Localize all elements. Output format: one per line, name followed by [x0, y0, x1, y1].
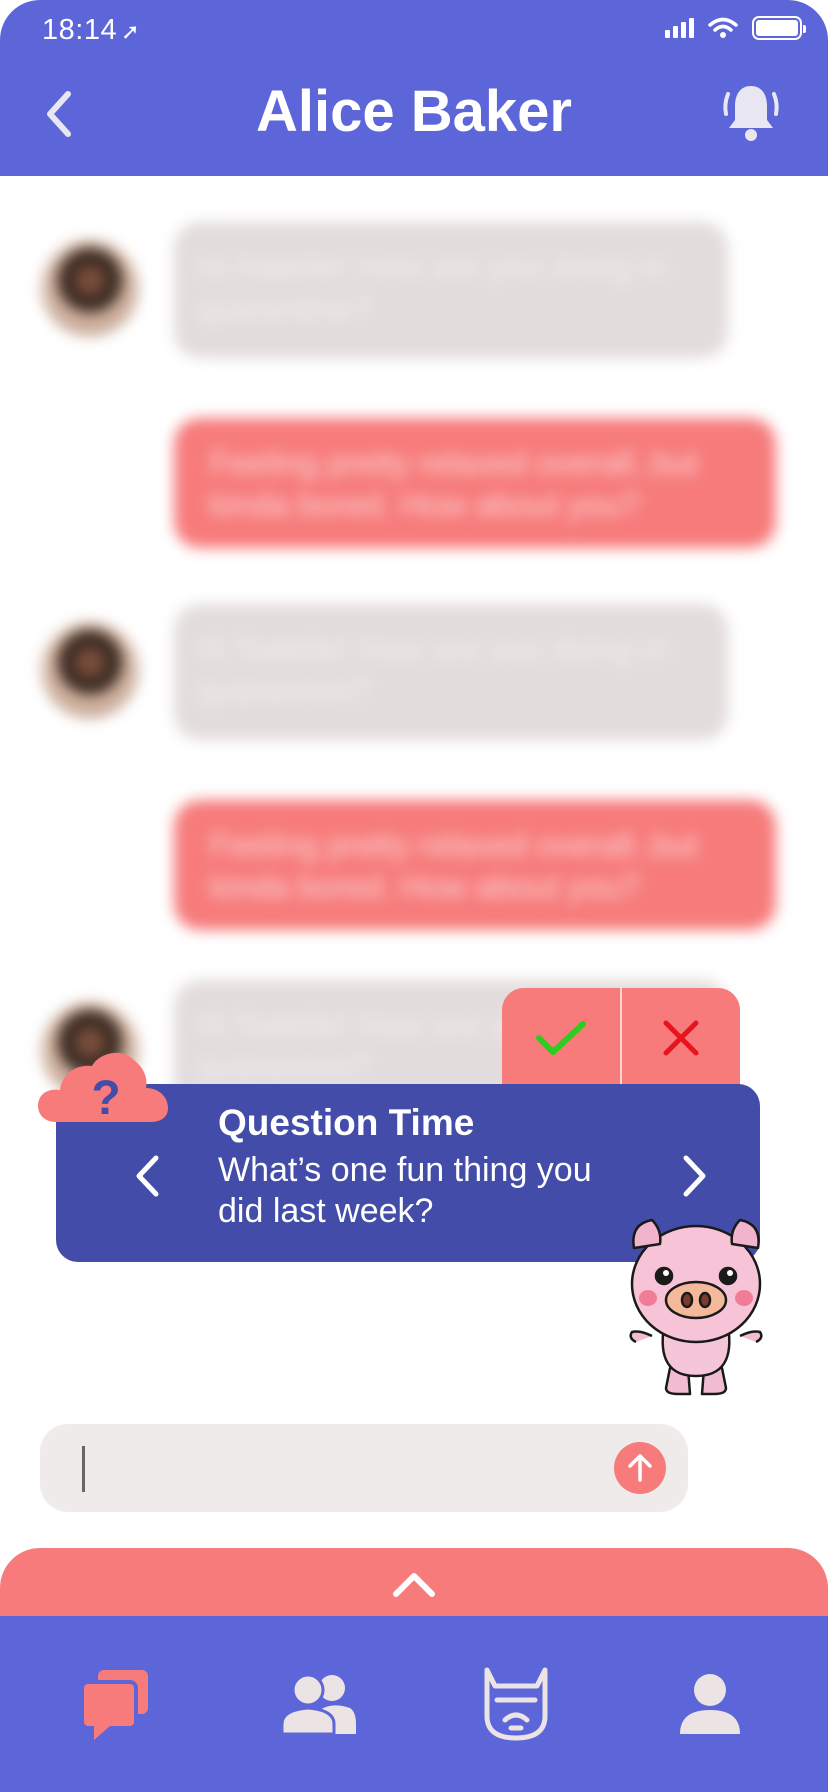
arrow-up-icon: [628, 1454, 652, 1482]
app-header: 18:14 ➚ Alice Baker: [0, 0, 828, 176]
tab-chats[interactable]: [76, 1664, 156, 1744]
friends-icon: [280, 1673, 356, 1736]
profile-icon: [680, 1674, 740, 1734]
cellular-signal-icon: [665, 18, 694, 38]
mascot-cat-icon: [484, 1667, 548, 1741]
question-text: What’s one fun thing you did last week?: [218, 1151, 592, 1230]
next-question-chevron-icon[interactable]: [682, 1154, 708, 1198]
question-badge-text: ?: [91, 1072, 120, 1125]
incoming-message: Hi Natelie! How are you doing in quarant…: [174, 222, 728, 358]
status-bar-indicators: [665, 16, 806, 40]
checkmark-icon: [536, 1021, 586, 1055]
outgoing-message: Feeling pretty relaxed overall..but kind…: [174, 418, 776, 548]
outgoing-message: Feeling pretty relaxed overall..but kind…: [174, 800, 776, 930]
question-cloud-icon: ?: [38, 1052, 168, 1125]
battery-icon: [752, 16, 806, 40]
message-input[interactable]: [40, 1424, 688, 1512]
chat-bubbles-icon: [80, 1670, 148, 1740]
text-caret: [82, 1446, 85, 1492]
incoming-message: Hi Natelie! How are you doing in quarant…: [174, 604, 728, 740]
status-bar-time: 18:14 ➚: [42, 14, 141, 46]
page-title: Alice Baker: [256, 79, 572, 144]
question-actions: [502, 988, 740, 1088]
tab-profile[interactable]: [670, 1664, 750, 1744]
location-arrow-icon: ➚: [121, 19, 141, 44]
previous-question-chevron-icon[interactable]: [134, 1154, 160, 1198]
tab-mascot[interactable]: [476, 1664, 556, 1744]
notification-bell-icon[interactable]: [720, 80, 782, 144]
send-button[interactable]: [614, 1442, 666, 1494]
wifi-icon: [708, 17, 738, 38]
reject-question-button[interactable]: [622, 988, 740, 1088]
chevron-up-icon: [393, 1573, 435, 1597]
close-icon: [663, 1020, 699, 1056]
pig-mascot-icon: [629, 1218, 763, 1396]
question-title: Question Time: [218, 1102, 475, 1143]
accept-question-button[interactable]: [502, 988, 620, 1088]
tab-friends[interactable]: [278, 1664, 358, 1744]
contact-avatar[interactable]: [42, 622, 138, 718]
contact-avatar[interactable]: [42, 240, 138, 336]
bottom-tab-bar: [0, 1616, 828, 1792]
